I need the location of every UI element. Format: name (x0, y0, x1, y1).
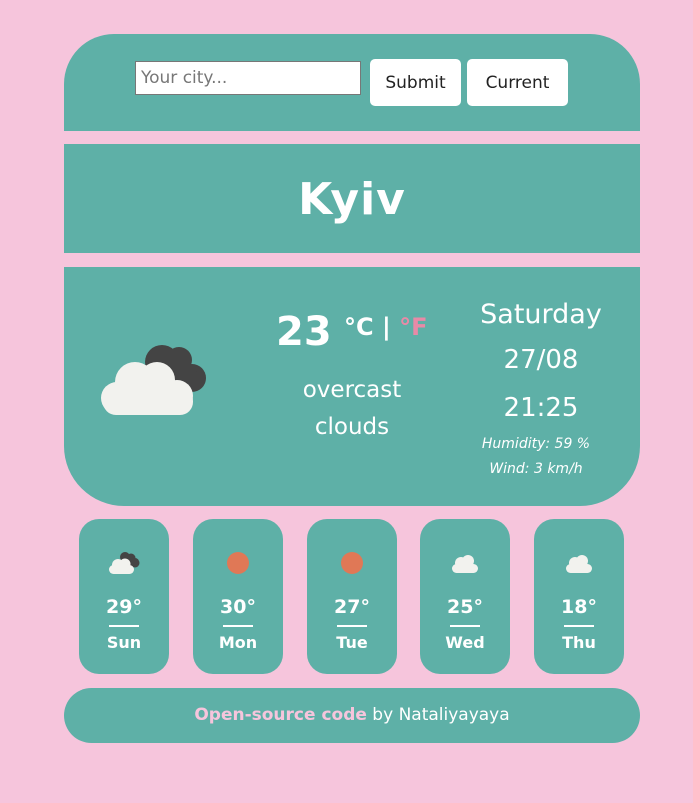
forecast-day: Mon (218, 633, 258, 652)
forecast-card-wed: 25° Wed (420, 519, 510, 674)
description-line-2: clouds (314, 414, 390, 440)
cloud-icon (420, 551, 510, 575)
forecast-day: Thu (562, 633, 596, 652)
footer-text: Open-source code by Nataliyayaya (64, 705, 640, 725)
footer-author: by Nataliyayaya (366, 705, 510, 725)
forecast-card-sun: 29° Sun (79, 519, 169, 674)
forecast-day: Sun (106, 633, 142, 652)
forecast-card-thu: 18° Thu (534, 519, 624, 674)
sun-icon (193, 551, 283, 575)
wind-speed: Wind: 3 km/h (489, 461, 583, 477)
weather-description: overcast clouds (272, 372, 432, 446)
forecast-card-tue: 27° Tue (307, 519, 397, 674)
current-weather-panel: 23 °C | °F overcast clouds Saturday 27/0… (64, 267, 640, 506)
current-day: Saturday (480, 299, 602, 330)
current-location-button[interactable]: Current (467, 59, 568, 106)
forecast-day: Tue (336, 633, 368, 652)
source-code-link[interactable]: Open-source code (194, 705, 367, 725)
unit-separator: | (373, 313, 400, 341)
forecast-temp: 18° (561, 596, 597, 618)
city-search-input[interactable] (135, 61, 361, 95)
city-panel: Kyiv (64, 144, 640, 253)
current-time: 21:25 (503, 393, 579, 423)
cloud-icon (534, 551, 624, 575)
humidity: Humidity: 59 % (481, 436, 591, 452)
broken-clouds-icon (79, 551, 169, 575)
forecast-divider (337, 625, 367, 627)
forecast-day: Wed (445, 633, 485, 652)
city-name: Kyiv (298, 174, 406, 225)
forecast-temp: 29° (106, 596, 142, 618)
forecast-temp: 30° (220, 596, 256, 618)
forecast-card-mon: 30° Mon (193, 519, 283, 674)
fahrenheit-link[interactable]: °F (399, 313, 427, 341)
current-temperature: 23 (276, 309, 332, 355)
unit-toggle: °C | °F (344, 313, 428, 341)
forecast-divider (223, 625, 253, 627)
overcast-clouds-icon (97, 340, 209, 422)
forecast-divider (564, 625, 594, 627)
forecast-divider (109, 625, 139, 627)
current-date: 27/08 (503, 345, 579, 375)
submit-button[interactable]: Submit (370, 59, 461, 106)
forecast-temp: 27° (334, 596, 370, 618)
description-line-1: overcast (302, 377, 402, 403)
celsius-link[interactable]: °C (344, 313, 374, 341)
forecast-temp: 25° (447, 596, 483, 618)
search-panel: Submit Current (64, 34, 640, 131)
footer: Open-source code by Nataliyayaya (64, 688, 640, 743)
forecast-divider (450, 625, 480, 627)
sun-icon (307, 551, 397, 575)
